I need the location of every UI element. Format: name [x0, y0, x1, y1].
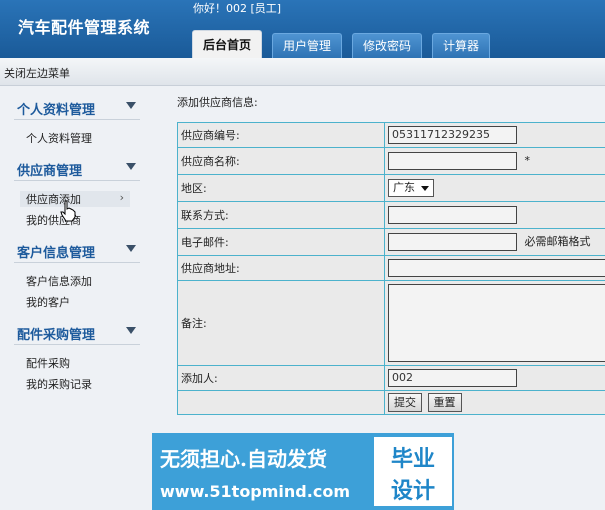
button-cell: 提交 重置: [384, 390, 605, 415]
close-left-menu-link[interactable]: 关闭左边菜单: [4, 65, 70, 81]
chevron-right-icon: ›: [119, 191, 124, 204]
form-row: 电子邮件: 必需邮箱格式: [177, 228, 605, 256]
sidebar-section-title: 客户信息管理: [17, 246, 96, 261]
sidebar-section-title: 供应商管理: [17, 164, 83, 179]
chevron-down-icon: [126, 102, 136, 109]
sidebar-section-supplier[interactable]: 供应商管理: [14, 157, 140, 181]
field-cell: [384, 280, 605, 366]
region-select[interactable]: 广东: [388, 179, 434, 197]
note-textarea[interactable]: [388, 284, 605, 362]
dropdown-arrow-icon: [421, 185, 429, 191]
field-label: 电子邮件:: [177, 228, 385, 256]
field-label: 联系方式:: [177, 201, 385, 229]
field-cell: 广东: [384, 174, 605, 202]
top-tabs: 后台首页 用户管理 修改密码 计算器: [192, 30, 500, 58]
supplier-name-field[interactable]: [388, 152, 517, 170]
field-cell: 05311712329235: [384, 122, 605, 148]
form-row: 供应商地址:: [177, 255, 605, 281]
form-row: 添加人: 002: [177, 365, 605, 391]
supplier-form: 供应商编号: 05311712329235 供应商名称: * 地区: 广东 联系…: [177, 122, 605, 415]
tab-calculator[interactable]: 计算器: [432, 33, 491, 58]
tab-dashboard[interactable]: 后台首页: [192, 30, 263, 58]
hand-cursor-icon: [60, 200, 76, 222]
form-row: 地区: 广东: [177, 174, 605, 202]
field-label: 供应商名称:: [177, 147, 385, 175]
watermark-banner: 无须担心.自动发货 www.51topmind.com 毕业 设计: [152, 433, 454, 510]
page-title: 添加供应商信息:: [177, 96, 258, 109]
sidebar-item-parts-purchase[interactable]: 配件采购: [26, 355, 70, 371]
chevron-down-icon: [126, 245, 136, 252]
form-row: 提交 重置: [177, 390, 605, 415]
sidebar-section-title: 个人资料管理: [17, 103, 96, 118]
form-row: 备注:: [177, 280, 605, 366]
sidebar-section-title: 配件采购管理: [17, 328, 96, 343]
field-label: 添加人:: [177, 365, 385, 391]
sidebar-item-purchase-records[interactable]: 我的采购记录: [26, 376, 92, 392]
form-row: 供应商编号: 05311712329235: [177, 122, 605, 148]
user-greeting: 你好！002 [员工]: [193, 2, 282, 15]
region-select-value: 广东: [393, 181, 415, 194]
field-label: 地区:: [177, 174, 385, 202]
sidebar-section-profile[interactable]: 个人资料管理: [14, 96, 140, 120]
email-field[interactable]: [388, 233, 517, 251]
banner-url: www.51topmind.com: [160, 482, 350, 501]
field-cell: 必需邮箱格式: [384, 228, 605, 256]
required-mark: *: [524, 154, 531, 167]
empty-cell: [177, 390, 385, 415]
menu-toggle-bar: 关闭左边菜单: [0, 58, 605, 86]
field-cell: 002: [384, 365, 605, 391]
banner-slogan: 无须担心.自动发货: [160, 447, 327, 471]
tab-change-password[interactable]: 修改密码: [352, 33, 423, 58]
field-cell: [384, 255, 605, 281]
sidebar-item-my-customers[interactable]: 我的客户: [26, 294, 70, 310]
email-hint: 必需邮箱格式: [524, 235, 591, 248]
app-header: 汽车配件管理系统 你好！002 [员工] 后台首页 用户管理 修改密码 计算器: [0, 0, 605, 58]
banner-logo-line1: 毕业: [390, 447, 435, 472]
field-cell: *: [384, 147, 605, 175]
chevron-down-icon: [126, 163, 136, 170]
submit-button[interactable]: 提交: [388, 393, 422, 412]
field-label: 供应商编号:: [177, 122, 385, 148]
added-by-field[interactable]: 002: [388, 369, 517, 387]
contact-field[interactable]: [388, 206, 517, 224]
supplier-id-field[interactable]: 05311712329235: [388, 126, 517, 144]
sidebar-item-customer-add[interactable]: 客户信息添加: [26, 273, 92, 289]
sidebar-section-purchase[interactable]: 配件采购管理: [14, 321, 140, 345]
sidebar: 个人资料管理 个人资料管理 供应商管理 供应商添加 › 我的供应商 客户信息管理…: [0, 86, 160, 510]
banner-logo: 毕业 设计: [374, 437, 452, 506]
banner-text-area: 无须担心.自动发货 www.51topmind.com: [152, 433, 374, 510]
banner-logo-line2: 设计: [390, 479, 435, 504]
chevron-down-icon: [126, 327, 136, 334]
sidebar-item-profile[interactable]: 个人资料管理: [26, 130, 92, 146]
field-cell: [384, 201, 605, 229]
form-row: 供应商名称: *: [177, 147, 605, 175]
form-row: 联系方式:: [177, 201, 605, 229]
reset-button[interactable]: 重置: [427, 393, 462, 412]
address-field[interactable]: [388, 259, 605, 277]
tab-user-management[interactable]: 用户管理: [272, 33, 343, 58]
field-label: 供应商地址:: [177, 255, 385, 281]
field-label: 备注:: [177, 280, 385, 366]
sidebar-section-customer[interactable]: 客户信息管理: [14, 239, 140, 263]
app-title: 汽车配件管理系统: [18, 18, 151, 37]
